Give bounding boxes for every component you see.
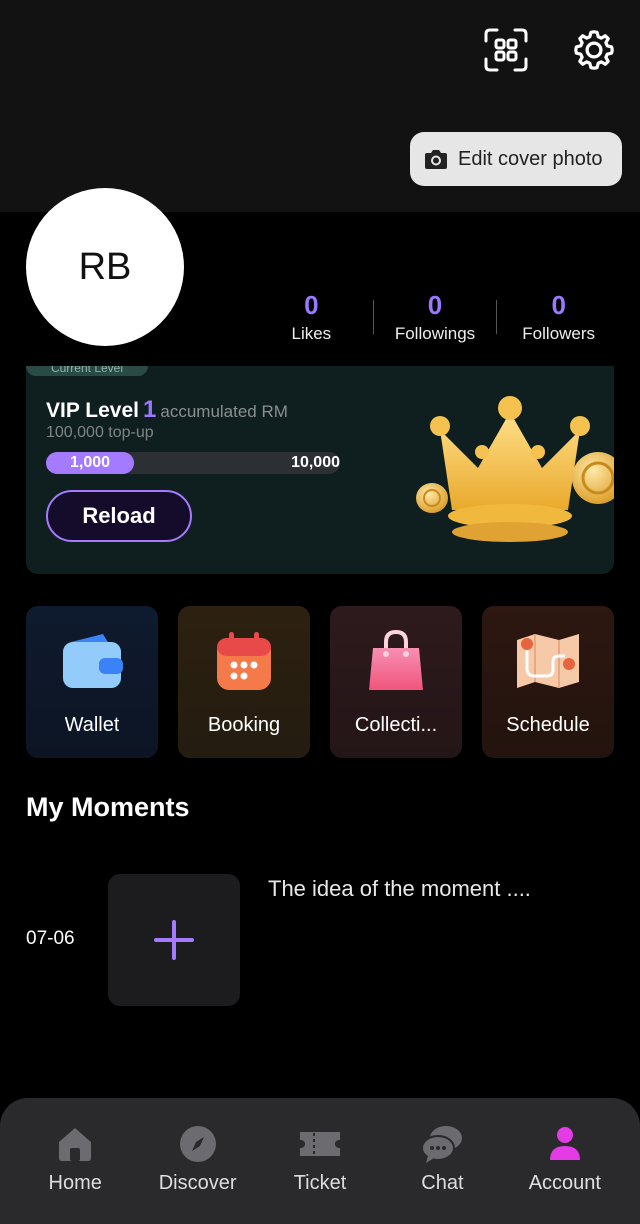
edit-cover-label: Edit cover photo bbox=[458, 147, 603, 170]
collection-label: Collecti... bbox=[354, 714, 438, 736]
booking-tile[interactable]: Booking bbox=[178, 606, 310, 758]
tab-home-label: Home bbox=[48, 1172, 102, 1194]
followers-count: 0 bbox=[551, 290, 566, 320]
tab-chat-label: Chat bbox=[421, 1172, 464, 1194]
person-icon bbox=[549, 1127, 580, 1160]
chat-icon bbox=[421, 1126, 463, 1163]
shopping-bag-icon bbox=[369, 629, 423, 690]
likes-count: 0 bbox=[304, 290, 319, 320]
vip-title: VIP Level 1 accumulated RM bbox=[46, 396, 288, 424]
vip-progress-bar: 1,000 10,000 bbox=[46, 452, 340, 474]
avatar-initials: RB bbox=[78, 245, 132, 288]
crown-icon bbox=[416, 396, 614, 542]
moment-date: 07-06 bbox=[26, 928, 75, 949]
vip-accumulated-text: accumulated RM bbox=[160, 402, 288, 421]
tab-discover[interactable]: Discover bbox=[136, 1098, 258, 1224]
vip-subtitle: 100,000 top-up bbox=[46, 424, 154, 441]
stat-followings[interactable]: 0 Followings bbox=[374, 290, 497, 344]
add-moment-button[interactable] bbox=[108, 874, 240, 1006]
vip-level-number: 1 bbox=[143, 396, 157, 423]
camera-icon bbox=[425, 150, 447, 169]
reload-button[interactable]: Reload bbox=[46, 490, 192, 542]
tab-ticket-label: Ticket bbox=[293, 1172, 347, 1194]
calendar-icon bbox=[217, 632, 271, 690]
followings-count: 0 bbox=[427, 290, 443, 320]
home-icon bbox=[59, 1128, 92, 1161]
tab-account-label: Account bbox=[528, 1172, 601, 1194]
wallet-icon bbox=[63, 634, 123, 688]
quick-actions: Wallet Booking Collecti... Schedule bbox=[26, 606, 614, 758]
scan-qr-button[interactable] bbox=[482, 26, 530, 74]
profile-stats: 0 Likes 0 Followings 0 Followers bbox=[250, 286, 620, 348]
wallet-label: Wallet bbox=[64, 714, 120, 736]
stat-followers[interactable]: 0 Followers bbox=[497, 290, 620, 344]
tab-ticket[interactable]: Ticket bbox=[259, 1098, 381, 1224]
vip-progress-target: 10,000 bbox=[291, 454, 340, 471]
followers-label: Followers bbox=[522, 324, 596, 343]
avatar[interactable]: RB bbox=[26, 188, 184, 346]
tab-home[interactable]: Home bbox=[14, 1098, 136, 1224]
edit-cover-photo-button[interactable]: Edit cover photo bbox=[410, 132, 622, 186]
tab-chat[interactable]: Chat bbox=[381, 1098, 503, 1224]
collection-tile[interactable]: Collecti... bbox=[330, 606, 462, 758]
likes-label: Likes bbox=[291, 324, 332, 343]
gear-icon bbox=[574, 30, 614, 70]
stat-likes[interactable]: 0 Likes bbox=[250, 290, 373, 344]
qr-scan-icon bbox=[484, 28, 528, 72]
followings-label: Followings bbox=[394, 324, 476, 343]
ticket-icon bbox=[300, 1132, 341, 1156]
schedule-tile[interactable]: Schedule bbox=[482, 606, 614, 758]
moments-heading: My Moments bbox=[26, 792, 190, 822]
schedule-label: Schedule bbox=[506, 714, 590, 736]
moment-placeholder[interactable]: The idea of the moment .... bbox=[268, 876, 531, 902]
tab-account[interactable]: Account bbox=[504, 1098, 626, 1224]
current-level-tab: Current Level bbox=[26, 366, 148, 376]
tab-discover-label: Discover bbox=[158, 1172, 237, 1194]
settings-button[interactable] bbox=[570, 26, 618, 74]
bottom-tab-bar: Home Discover Ticket Chat Account bbox=[0, 1098, 640, 1224]
map-icon bbox=[517, 634, 579, 688]
vip-level-card: Current Level VIP Level 1 accumulated RM 1… bbox=[26, 366, 614, 574]
compass-icon bbox=[179, 1126, 216, 1162]
wallet-tile[interactable]: Wallet bbox=[26, 606, 158, 758]
plus-icon bbox=[154, 920, 194, 960]
booking-label: Booking bbox=[207, 714, 281, 736]
vip-title-text: VIP Level bbox=[46, 399, 140, 422]
vip-progress-current: 1,000 bbox=[70, 454, 111, 471]
